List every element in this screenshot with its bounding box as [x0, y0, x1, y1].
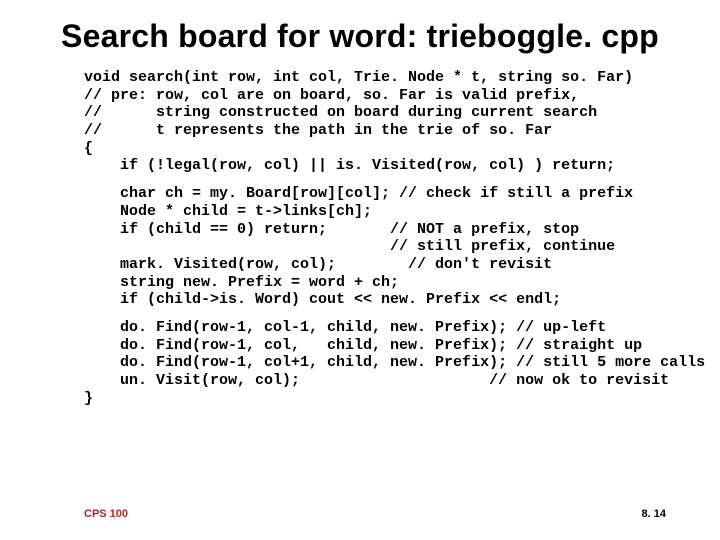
code-line: string new. Prefix = word + ch;	[84, 274, 399, 291]
slide: Search board for word: trieboggle. cpp v…	[0, 0, 720, 540]
slide-title: Search board for word: trieboggle. cpp	[0, 18, 720, 55]
code-line: if (!legal(row, col) || is. Visited(row,…	[84, 157, 615, 174]
footer-right: 8. 14	[642, 508, 666, 520]
code-line: mark. Visited(row, col); // don't revisi…	[84, 256, 552, 273]
code-line: do. Find(row-1, col+1, child, new. Prefi…	[84, 354, 705, 371]
code-line: {	[84, 140, 93, 157]
code-line: char ch = my. Board[row][col]; // check …	[84, 185, 633, 202]
code-line: Node * child = t->links[ch];	[84, 203, 372, 220]
code-block: void search(int row, int col, Trie. Node…	[84, 69, 720, 407]
code-line: do. Find(row-1, col-1, child, new. Prefi…	[84, 319, 606, 336]
code-line: void search(int row, int col, Trie. Node…	[84, 69, 633, 86]
code-line: // still prefix, continue	[84, 238, 615, 255]
code-line: if (child == 0) return; // NOT a prefix,…	[84, 221, 579, 238]
code-line: do. Find(row-1, col, child, new. Prefix)…	[84, 337, 642, 354]
code-line: // t represents the path in the trie of …	[84, 122, 552, 139]
code-line: un. Visit(row, col); // now ok to revisi…	[84, 372, 669, 389]
code-line: // pre: row, col are on board, so. Far i…	[84, 87, 579, 104]
code-line: if (child->is. Word) cout << new. Prefix…	[84, 291, 561, 308]
footer-left: CPS 100	[84, 508, 128, 520]
code-line: }	[84, 390, 93, 407]
code-line: // string constructed on board during cu…	[84, 104, 597, 121]
